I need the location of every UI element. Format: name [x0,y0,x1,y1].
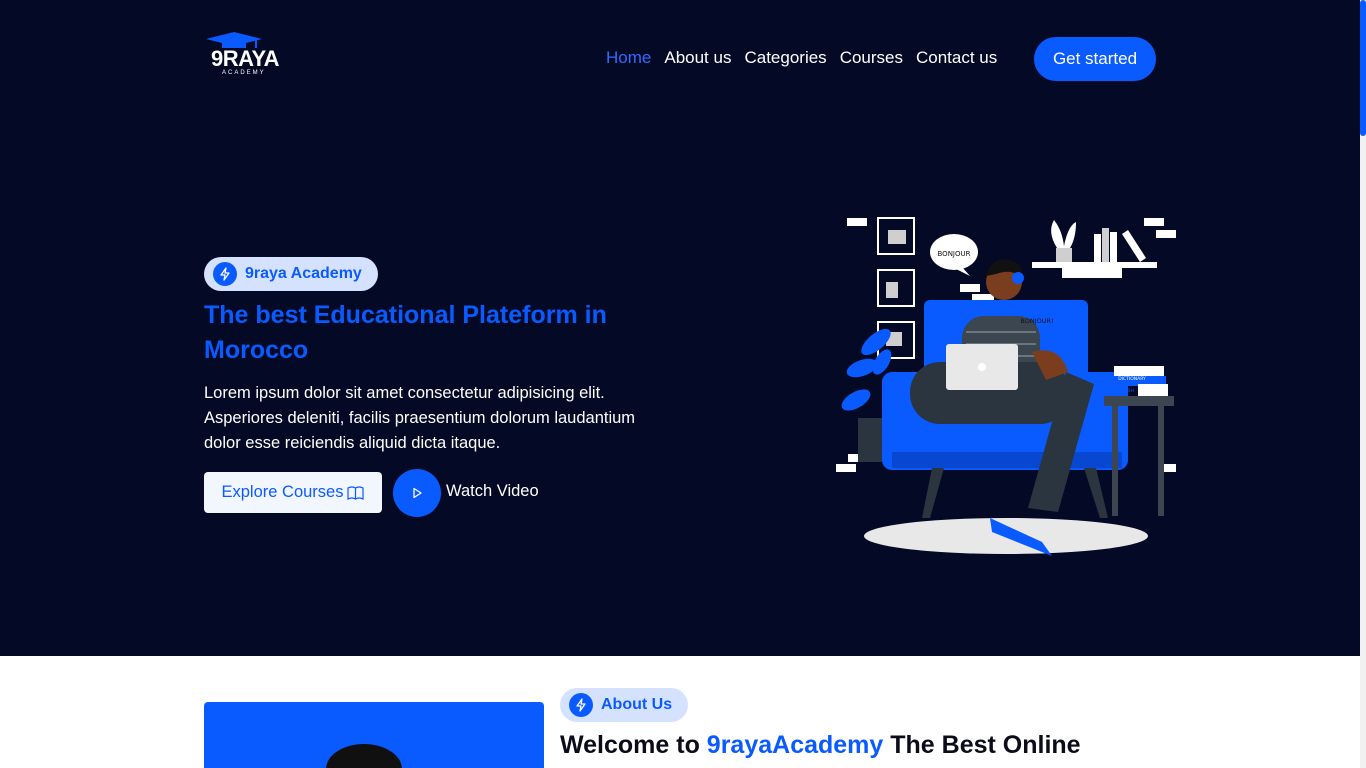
book-label-dictionary: DICTIONARY [1118,376,1146,382]
get-started-button[interactable]: Get started [1034,37,1156,81]
nav-about-us[interactable]: About us [664,48,731,68]
hero-title: The best Educational Plateform in Morocc… [204,301,607,364]
hero-badge-label: 9raya Academy [245,265,362,282]
watch-video-link[interactable]: Watch Video [446,482,539,501]
book-label-english: ENGLISH [1114,388,1134,394]
scrollbar[interactable] [1360,0,1366,768]
nav-home[interactable]: Home [606,48,651,68]
logo[interactable]: 9RAYA ACADEMY [204,32,286,80]
logo-subtext: ACADEMY [222,70,266,76]
nav-categories[interactable]: Categories [744,48,826,68]
speech-bubble-1: BONJOUR [938,250,971,258]
hero-illustration: BONJOUR BONJOUR! DICTIONARY ENGLISH [836,217,1176,556]
main-nav: Home About us Categories Courses Contact… [606,48,997,68]
about-image [204,702,544,768]
play-icon [413,487,422,499]
explore-courses-button[interactable]: Explore Courses [204,472,382,513]
hero-description: Lorem ipsum dolor sit amet consectetur a… [204,384,636,452]
logo-text: 9RAYA [211,46,280,71]
nav-contact-us[interactable]: Contact us [916,48,997,68]
nav-courses[interactable]: Courses [840,48,903,68]
person-photo [326,744,402,768]
about-title-suffix: The Best Online [883,731,1081,759]
about-badge: About Us [560,688,689,722]
scrollbar-thumb[interactable] [1360,0,1366,136]
about-title-prefix: Welcome to [560,731,707,759]
about-title-highlight: 9rayaAcademy [706,731,884,759]
about-badge-label: About Us [601,696,673,713]
hero-badge: 9raya Academy [204,257,378,291]
lightning-icon [213,262,237,286]
book-icon [347,485,365,500]
explore-courses-label: Explore Courses [221,483,344,501]
play-video-button[interactable] [393,469,441,517]
lightning-icon [569,693,593,717]
speech-bubble-2: BONJOUR! [1020,317,1053,325]
about-title: Welcome to 9rayaAcademy The Best Online [560,731,1081,760]
